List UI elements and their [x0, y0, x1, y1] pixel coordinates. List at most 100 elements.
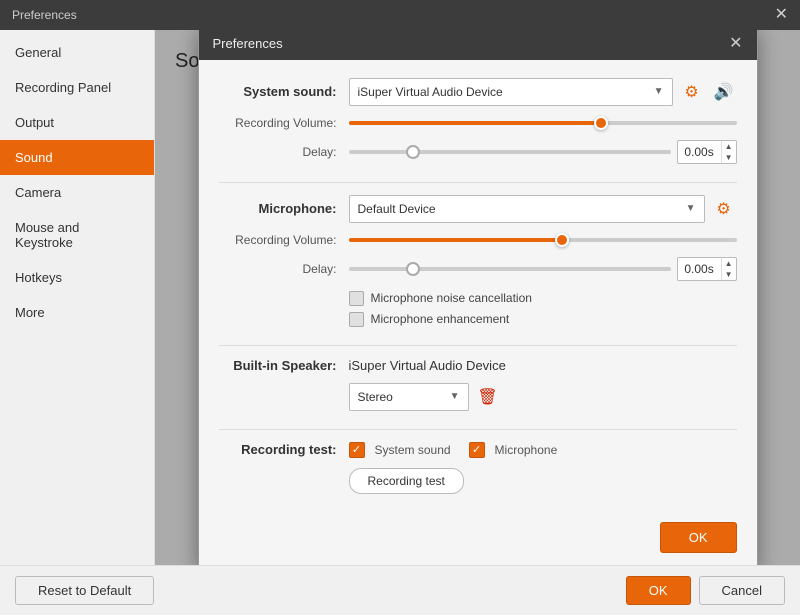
system-delay-thumb[interactable] — [406, 145, 420, 159]
mic-delay-up[interactable]: ▲ — [722, 258, 736, 269]
noise-cancel-label: Microphone noise cancellation — [371, 291, 532, 305]
mic-delay-container: 0.00s ▲ ▼ — [349, 257, 737, 281]
system-volume-thumb[interactable] — [594, 116, 608, 130]
system-delay-track — [349, 150, 671, 154]
mic-delay-row: Delay: 0.00s ▲ — [219, 257, 737, 281]
mic-chevron-icon: ▼ — [686, 203, 696, 214]
microphone-row: Microphone: Default Device ▼ ⚙ — [219, 195, 737, 223]
divider-3 — [219, 429, 737, 430]
mic-volume-track — [349, 238, 737, 242]
microphone-value: Default Device — [358, 202, 436, 216]
reset-default-button[interactable]: Reset to Default — [15, 576, 154, 605]
chevron-down-icon: ▼ — [654, 86, 664, 97]
system-sound-select[interactable]: iSuper Virtual Audio Device ▼ — [349, 78, 673, 106]
enhancement-row: Microphone enhancement — [219, 312, 737, 327]
cancel-button[interactable]: Cancel — [699, 576, 785, 605]
divider-1 — [219, 182, 737, 183]
microphone-settings-icon[interactable]: ⚙ — [711, 196, 737, 222]
sidebar-item-mouse-keystroke[interactable]: Mouse and Keystroke — [0, 210, 154, 260]
system-volume-track — [349, 121, 737, 125]
enhancement-label: Microphone enhancement — [371, 312, 510, 326]
mic-volume-thumb[interactable] — [555, 233, 569, 247]
ok-button[interactable]: OK — [626, 576, 691, 605]
microphone-select[interactable]: Default Device ▼ — [349, 195, 705, 223]
main-content: General Recording Panel Output Sound Cam… — [0, 30, 800, 565]
system-sound-settings-icon[interactable]: ⚙ — [679, 79, 705, 105]
system-volume-slider[interactable] — [349, 121, 737, 125]
noise-cancel-row: Microphone noise cancellation — [219, 291, 737, 306]
dialog-body: System sound: iSuper Virtual Audio Devic… — [199, 60, 757, 512]
system-sound-select-wrapper: iSuper Virtual Audio Device ▼ ⚙ 🔊 — [349, 78, 737, 106]
microphone-check[interactable]: ✓ — [469, 442, 485, 458]
divider-2 — [219, 345, 737, 346]
system-volume-label: Recording Volume: — [219, 116, 349, 130]
sidebar-item-hotkeys[interactable]: Hotkeys — [0, 260, 154, 295]
system-delay-spinners: ▲ ▼ — [721, 141, 736, 163]
microphone-section: Microphone: Default Device ▼ ⚙ — [219, 195, 737, 327]
system-sound-value: iSuper Virtual Audio Device — [358, 85, 503, 99]
system-delay-value: 0.00s — [678, 145, 721, 159]
builtin-speaker-section: Built-in Speaker: iSuper Virtual Audio D… — [219, 358, 737, 411]
builtin-speaker-value: iSuper Virtual Audio Device — [349, 358, 506, 373]
dialog-title: Preferences — [213, 36, 283, 51]
microphone-select-wrapper: Default Device ▼ ⚙ — [349, 195, 737, 223]
builtin-speaker-label: Built-in Speaker: — [219, 358, 349, 373]
system-sound-section: System sound: iSuper Virtual Audio Devic… — [219, 78, 737, 164]
bottom-right-buttons: OK Cancel — [626, 576, 785, 605]
delete-speaker-icon[interactable]: 🗑 — [475, 384, 501, 410]
mic-volume-row: Recording Volume: — [219, 233, 737, 247]
sidebar-item-more[interactable]: More — [0, 295, 154, 330]
system-delay-down[interactable]: ▼ — [722, 152, 736, 163]
builtin-speaker-row: Built-in Speaker: iSuper Virtual Audio D… — [219, 358, 737, 373]
recording-test-button[interactable]: Recording test — [349, 468, 464, 494]
preferences-dialog: Preferences ✕ System sound: — [198, 30, 758, 565]
system-sound-check-label: System sound — [375, 443, 451, 457]
bottom-bar: Reset to Default OK Cancel — [0, 565, 800, 615]
microphone-label: Microphone: — [219, 201, 349, 216]
stereo-chevron-icon: ▼ — [450, 391, 460, 402]
sidebar-item-output[interactable]: Output — [0, 105, 154, 140]
mic-delay-input[interactable]: 0.00s ▲ ▼ — [677, 257, 737, 281]
title-bar: Preferences ✕ — [0, 0, 800, 30]
system-sound-row: System sound: iSuper Virtual Audio Devic… — [219, 78, 737, 106]
recording-test-btn-row: Recording test — [219, 468, 737, 494]
recording-test-label: Recording test: — [219, 442, 349, 457]
sidebar-item-camera[interactable]: Camera — [0, 175, 154, 210]
mic-delay-value: 0.00s — [678, 262, 721, 276]
system-delay-input[interactable]: 0.00s ▲ ▼ — [677, 140, 737, 164]
system-delay-label: Delay: — [219, 145, 349, 159]
system-sound-check[interactable]: ✓ — [349, 442, 365, 458]
system-delay-row: Delay: 0.00s ▲ — [219, 140, 737, 164]
system-volume-row: Recording Volume: — [219, 116, 737, 130]
main-window: Preferences ✕ General Recording Panel Ou… — [0, 0, 800, 615]
sound-panel: Sound Preferences ✕ Sys — [155, 30, 800, 565]
mic-delay-down[interactable]: ▼ — [722, 269, 736, 280]
microphone-check-label: Microphone — [495, 443, 558, 457]
mic-delay-label: Delay: — [219, 262, 349, 276]
main-close-button[interactable]: ✕ — [775, 7, 788, 23]
dialog-footer: OK — [199, 512, 757, 566]
modal-overlay: Preferences ✕ System sound: — [155, 30, 800, 565]
system-volume-fill — [349, 121, 601, 125]
mic-delay-thumb[interactable] — [406, 262, 420, 276]
stereo-select[interactable]: Stereo ▼ — [349, 383, 469, 411]
sidebar-item-general[interactable]: General — [0, 35, 154, 70]
system-delay-container: 0.00s ▲ ▼ — [349, 140, 737, 164]
mic-volume-slider[interactable] — [349, 238, 737, 242]
system-delay-up[interactable]: ▲ — [722, 141, 736, 152]
dialog-title-bar: Preferences ✕ — [199, 30, 757, 60]
enhancement-checkbox[interactable] — [349, 312, 364, 327]
mic-volume-label: Recording Volume: — [219, 233, 349, 247]
app-title: Preferences — [12, 8, 77, 22]
mic-delay-spinners: ▲ ▼ — [721, 258, 736, 280]
system-sound-label: System sound: — [219, 84, 349, 99]
sidebar-item-sound[interactable]: Sound — [0, 140, 154, 175]
dialog-ok-button[interactable]: OK — [660, 522, 737, 553]
recording-test-options: ✓ System sound ✓ Microphone — [349, 442, 558, 458]
mic-volume-fill — [349, 238, 562, 242]
stereo-value: Stereo — [358, 390, 393, 404]
noise-cancel-checkbox[interactable] — [349, 291, 364, 306]
system-sound-speaker-icon[interactable]: 🔊 — [711, 79, 737, 105]
sidebar-item-recording-panel[interactable]: Recording Panel — [0, 70, 154, 105]
dialog-close-button[interactable]: ✕ — [729, 36, 742, 52]
